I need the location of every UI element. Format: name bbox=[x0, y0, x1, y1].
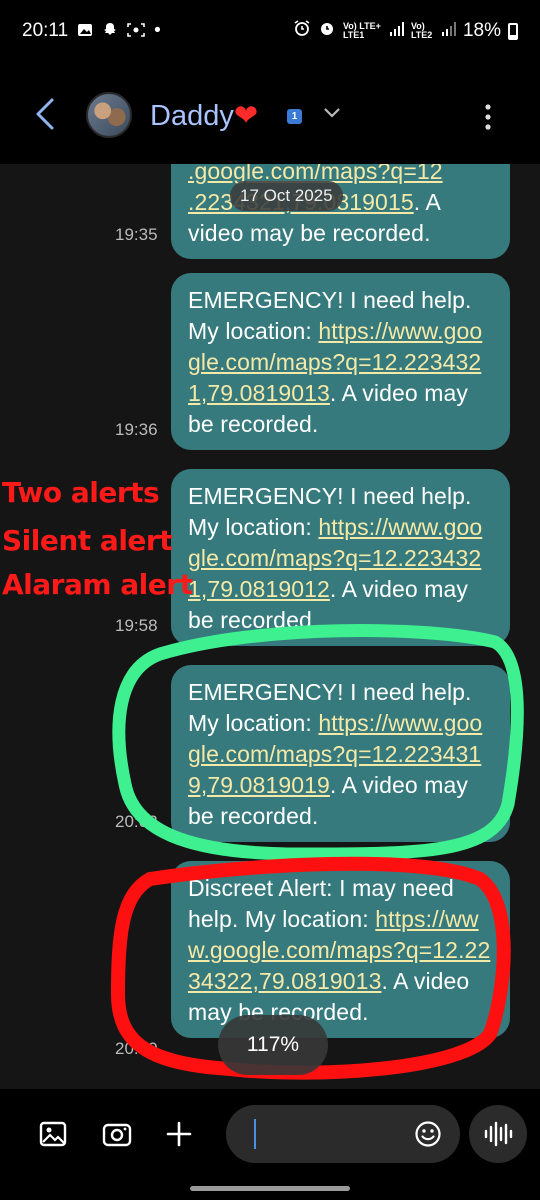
message-composer bbox=[0, 1089, 540, 1200]
voice-record-button[interactable] bbox=[469, 1105, 527, 1163]
status-bar: 20:11 • Vo) LTE+ LTE1 Vo) LTE2 18% bbox=[0, 0, 540, 62]
snapchat-icon bbox=[102, 22, 118, 41]
message-bubble[interactable]: Discreet Alert: I may need help. My loca… bbox=[171, 861, 510, 1038]
clock: 20:11 bbox=[22, 20, 69, 41]
emoji-icon[interactable] bbox=[414, 1120, 442, 1153]
message-bubble[interactable]: EMERGENCY! I need help. My location: htt… bbox=[171, 665, 510, 842]
message-list[interactable]: .google.com/maps?q=12 .2234321,79.081901… bbox=[0, 164, 540, 1089]
battery-icon bbox=[508, 22, 518, 40]
contact-name[interactable]: Daddy❤ bbox=[150, 98, 258, 133]
sim2-label: Vo) LTE2 bbox=[410, 21, 433, 40]
sim1-label: Vo) LTE+ LTE1 bbox=[342, 21, 381, 40]
image-icon bbox=[39, 1121, 67, 1147]
battery-percent: 18% bbox=[462, 20, 501, 41]
gallery-button[interactable] bbox=[36, 1117, 70, 1151]
more-options-icon[interactable] bbox=[476, 102, 500, 132]
message-time: 19:36 bbox=[115, 420, 158, 439]
annotation-silent-alert: Silent alert bbox=[2, 524, 173, 557]
alarm-icon bbox=[293, 19, 311, 43]
message-bubble[interactable]: EMERGENCY! I need help. My location: htt… bbox=[171, 273, 510, 450]
avatar[interactable] bbox=[86, 92, 132, 138]
notification-dot: • bbox=[154, 20, 161, 41]
conversation-header: Daddy❤ 1 bbox=[0, 62, 540, 164]
camera-icon bbox=[102, 1123, 132, 1147]
back-button[interactable] bbox=[28, 96, 62, 132]
sim-badge: 1 bbox=[287, 109, 302, 124]
alarm-clock-icon bbox=[318, 19, 336, 43]
date-chip: 17 Oct 2025 bbox=[230, 181, 343, 211]
message-input[interactable] bbox=[226, 1105, 460, 1163]
signal2-icon bbox=[441, 20, 456, 42]
waveform-icon bbox=[484, 1121, 513, 1147]
contact-name-text: Daddy bbox=[150, 100, 234, 132]
add-attachment-button[interactable] bbox=[162, 1117, 196, 1151]
camera-button[interactable] bbox=[100, 1117, 134, 1151]
screen-recorder-icon bbox=[127, 22, 145, 41]
message-time: 20:02 bbox=[115, 812, 158, 831]
chevron-down-icon[interactable] bbox=[322, 106, 342, 125]
back-arrow-icon bbox=[36, 98, 54, 130]
gallery-icon bbox=[77, 22, 93, 41]
heart-emoji: ❤ bbox=[233, 100, 259, 132]
message-time: 19:58 bbox=[115, 616, 158, 635]
text-caret bbox=[254, 1119, 256, 1149]
annotation-two-alerts: Two alerts bbox=[2, 476, 160, 509]
message-time: 20:10 bbox=[115, 1039, 158, 1058]
signal1-icon bbox=[389, 20, 404, 42]
message-bubble[interactable]: .google.com/maps?q=12 .2234321,79.081901… bbox=[171, 164, 510, 259]
annotation-alarm-alert: Alaram alert bbox=[2, 568, 193, 601]
home-indicator[interactable] bbox=[190, 1186, 350, 1191]
plus-icon bbox=[166, 1121, 192, 1147]
zoom-level-chip: 117% bbox=[218, 1015, 328, 1075]
message-bubble[interactable]: EMERGENCY! I need help. My location: htt… bbox=[171, 469, 510, 646]
message-time: 19:35 bbox=[115, 225, 158, 244]
